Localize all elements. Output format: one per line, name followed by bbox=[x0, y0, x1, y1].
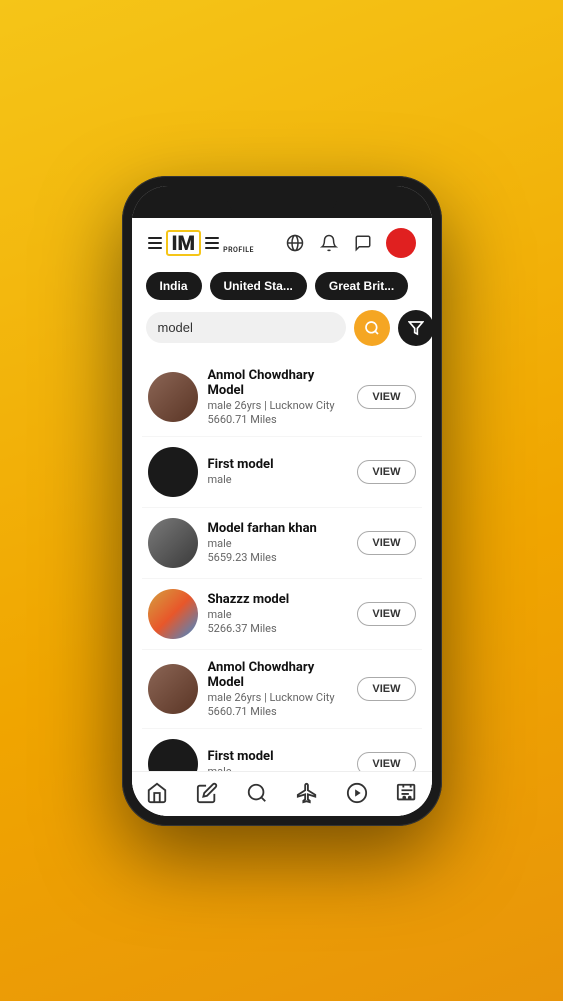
search-icon bbox=[364, 320, 380, 336]
filter-button[interactable] bbox=[398, 310, 432, 346]
result-name: Model farhan khan bbox=[208, 521, 348, 536]
avatar bbox=[148, 589, 198, 639]
country-tabs: India United Sta... Great Brit... bbox=[132, 266, 432, 310]
result-distance: 5266.37 Miles bbox=[208, 622, 348, 635]
logo-lines-left bbox=[148, 237, 162, 249]
result-meta: male bbox=[208, 473, 348, 486]
result-distance: 5659.23 Miles bbox=[208, 551, 348, 564]
view-button[interactable]: VIEW bbox=[357, 602, 415, 626]
result-name: First model bbox=[208, 457, 348, 472]
avatar bbox=[148, 447, 198, 497]
nav-edit[interactable] bbox=[186, 780, 228, 806]
search-nav-icon bbox=[246, 782, 268, 804]
results-list: Anmol Chowdhary Model male 26yrs | Luckn… bbox=[132, 358, 432, 771]
logo-text: IM bbox=[166, 230, 202, 256]
play-icon bbox=[346, 782, 368, 804]
logo-sub: PROFILE bbox=[223, 246, 254, 254]
phone-screen: IM PROFILE bbox=[132, 186, 432, 816]
globe-icon[interactable] bbox=[284, 232, 306, 254]
list-item: Anmol Chowdhary Model male 26yrs | Luckn… bbox=[142, 650, 422, 729]
screen-content: IM PROFILE bbox=[132, 218, 432, 816]
result-name: Anmol Chowdhary Model bbox=[208, 368, 348, 398]
list-item: Model farhan khan male 5659.23 Miles VIE… bbox=[142, 508, 422, 579]
logo: IM PROFILE bbox=[148, 230, 254, 256]
result-meta: male bbox=[208, 537, 348, 550]
result-info: Anmol Chowdhary Model male 26yrs | Luckn… bbox=[208, 368, 348, 426]
list-item: Anmol Chowdhary Model male 26yrs | Luckn… bbox=[142, 358, 422, 437]
result-meta: male 26yrs | Lucknow City bbox=[208, 691, 348, 704]
message-icon[interactable] bbox=[352, 232, 374, 254]
nav-home[interactable] bbox=[136, 780, 178, 806]
view-button[interactable]: VIEW bbox=[357, 385, 415, 409]
header-icons bbox=[284, 228, 416, 258]
nav-search[interactable] bbox=[236, 780, 278, 806]
nav-cart[interactable] bbox=[386, 780, 428, 806]
plane-icon bbox=[296, 782, 318, 804]
result-meta: male 26yrs | Lucknow City bbox=[208, 399, 348, 412]
tab-india[interactable]: India bbox=[146, 272, 202, 300]
cart-icon bbox=[396, 782, 418, 804]
logo-lines-right bbox=[205, 237, 219, 249]
tab-united-states[interactable]: United Sta... bbox=[210, 272, 307, 300]
result-distance: 5660.71 Miles bbox=[208, 413, 348, 426]
edit-icon bbox=[196, 782, 218, 804]
view-button[interactable]: VIEW bbox=[357, 460, 415, 484]
avatar bbox=[148, 518, 198, 568]
avatar bbox=[148, 372, 198, 422]
result-info: Model farhan khan male 5659.23 Miles bbox=[208, 521, 348, 564]
notch bbox=[227, 192, 337, 214]
filter-icon bbox=[408, 320, 424, 336]
search-input-wrap bbox=[146, 312, 346, 343]
home-icon bbox=[146, 782, 168, 804]
result-name: Shazzz model bbox=[208, 592, 348, 607]
result-info: First model male bbox=[208, 457, 348, 487]
nav-travel[interactable] bbox=[286, 780, 328, 806]
nav-play[interactable] bbox=[336, 780, 378, 806]
result-distance: 5660.71 Miles bbox=[208, 705, 348, 718]
list-item: First model male VIEW bbox=[142, 729, 422, 771]
search-area bbox=[132, 310, 432, 358]
search-button[interactable] bbox=[354, 310, 390, 346]
search-input[interactable] bbox=[158, 320, 334, 335]
bell-icon[interactable] bbox=[318, 232, 340, 254]
result-name: First model bbox=[208, 749, 348, 764]
result-info: Shazzz model male 5266.37 Miles bbox=[208, 592, 348, 635]
view-button[interactable]: VIEW bbox=[357, 752, 415, 771]
result-meta: male bbox=[208, 608, 348, 621]
result-name: Anmol Chowdhary Model bbox=[208, 660, 348, 690]
result-info: Anmol Chowdhary Model male 26yrs | Luckn… bbox=[208, 660, 348, 718]
header: IM PROFILE bbox=[132, 218, 432, 266]
bottom-nav bbox=[132, 771, 432, 816]
view-button[interactable]: VIEW bbox=[357, 677, 415, 701]
avatar bbox=[148, 664, 198, 714]
phone-frame: IM PROFILE bbox=[122, 176, 442, 826]
user-avatar[interactable] bbox=[386, 228, 416, 258]
view-button[interactable]: VIEW bbox=[357, 531, 415, 555]
result-info: First model male bbox=[208, 749, 348, 771]
avatar bbox=[148, 739, 198, 771]
list-item: First model male VIEW bbox=[142, 437, 422, 508]
notch-area bbox=[132, 186, 432, 218]
list-item: Shazzz model male 5266.37 Miles VIEW bbox=[142, 579, 422, 650]
tab-great-britain[interactable]: Great Brit... bbox=[315, 272, 408, 300]
